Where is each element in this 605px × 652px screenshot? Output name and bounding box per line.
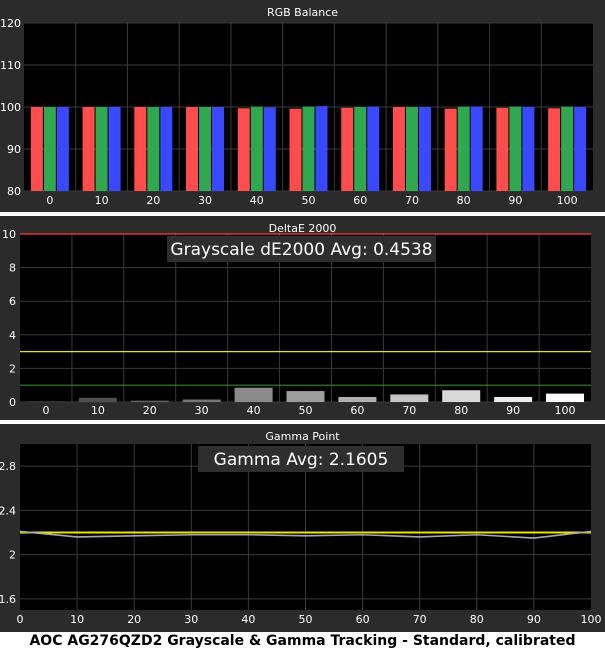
- x-tick-label: 70: [402, 404, 416, 417]
- x-tick-label: 90: [508, 194, 522, 207]
- deltae-bar: [182, 399, 221, 402]
- x-tick-label: 0: [42, 404, 49, 417]
- bar-blue: [108, 107, 121, 191]
- bar-green: [561, 106, 574, 191]
- x-tick-label: 20: [127, 613, 141, 626]
- x-tick-label: 30: [198, 194, 212, 207]
- x-tick-label: 0: [46, 194, 53, 207]
- bar-red: [444, 108, 457, 191]
- deltae-bar: [390, 394, 429, 402]
- x-tick-label: 40: [247, 404, 261, 417]
- x-tick-label: 100: [557, 194, 578, 207]
- bar-green: [95, 107, 108, 191]
- x-tick-label: 40: [241, 613, 255, 626]
- y-tick-label: 6: [9, 295, 16, 308]
- deltae-bar: [546, 393, 585, 402]
- x-tick-label: 30: [184, 613, 198, 626]
- deltae-bar: [442, 390, 481, 402]
- x-tick-label: 100: [581, 613, 602, 626]
- bar-green: [43, 107, 56, 191]
- chart-title-1: RGB Balance: [267, 6, 338, 19]
- bar-blue: [522, 107, 535, 191]
- deltae-average-annotation: Grayscale dE2000 Avg: 0.4538: [170, 240, 432, 260]
- y-tick-label: 110: [0, 59, 21, 72]
- grayscale-gamma-chart-figure: RGB Balance80901001101200 10 20 30 40 50 60 70 8…: [0, 0, 605, 632]
- deltae-bar: [26, 401, 65, 403]
- y-tick-label: 2.8: [0, 460, 16, 473]
- y-tick-label: 0: [9, 396, 16, 409]
- x-tick-label: 80: [454, 404, 468, 417]
- bar-green: [250, 106, 263, 191]
- bar-red: [134, 107, 147, 191]
- x-tick-label: 30: [195, 404, 209, 417]
- deltae-bar: [494, 396, 533, 402]
- bar-green: [457, 106, 470, 191]
- x-tick-label: 40: [250, 194, 264, 207]
- bar-green: [354, 107, 367, 191]
- bar-blue: [263, 107, 276, 191]
- bar-red: [496, 107, 509, 191]
- bar-red: [548, 108, 561, 191]
- chart-title-2: DeltaE 2000: [269, 222, 337, 235]
- deltae-bar: [130, 400, 169, 402]
- x-tick-label: 50: [299, 404, 313, 417]
- x-tick-label: 50: [302, 194, 316, 207]
- x-tick-label: 10: [95, 194, 109, 207]
- deltae-bar: [338, 396, 377, 402]
- bar-blue: [315, 106, 328, 191]
- chart-title-3: Gamma Point: [265, 430, 340, 443]
- x-tick-label: 20: [146, 194, 160, 207]
- y-tick-label: 2.4: [0, 504, 16, 517]
- deltae-bar: [78, 397, 117, 402]
- deltae-bar: [234, 387, 273, 402]
- bar-blue: [212, 107, 225, 191]
- gamma-average-annotation: Gamma Avg: 2.1605: [214, 450, 389, 470]
- bar-red: [392, 107, 405, 191]
- bar-red: [186, 107, 199, 191]
- x-tick-label: 90: [527, 613, 541, 626]
- y-tick-label: 1.6: [0, 593, 16, 606]
- bar-red: [341, 107, 354, 191]
- x-tick-label: 70: [405, 194, 419, 207]
- bar-green: [509, 106, 522, 191]
- x-tick-label: 10: [91, 404, 105, 417]
- y-tick-label: 80: [7, 185, 21, 198]
- y-tick-label: 10: [2, 228, 16, 241]
- y-tick-label: 100: [0, 101, 21, 114]
- deltae-bar: [286, 391, 325, 402]
- y-tick-label: 90: [7, 143, 21, 156]
- x-tick-label: 100: [555, 404, 576, 417]
- figure-caption: AOC AG276QZD2 Grayscale & Gamma Tracking…: [29, 633, 576, 649]
- bar-red: [82, 107, 95, 191]
- bar-green: [405, 107, 418, 191]
- bar-green: [302, 106, 315, 191]
- bar-blue: [574, 107, 587, 191]
- x-tick-label: 70: [413, 613, 427, 626]
- x-tick-label: 90: [506, 404, 520, 417]
- y-tick-label: 4: [9, 329, 16, 342]
- y-tick-label: 2: [9, 362, 16, 375]
- x-tick-label: 60: [353, 194, 367, 207]
- x-tick-label: 50: [299, 613, 313, 626]
- x-tick-label: 80: [457, 194, 471, 207]
- x-tick-label: 10: [70, 613, 84, 626]
- bar-green: [199, 107, 212, 191]
- bar-green: [147, 107, 160, 191]
- bar-blue: [160, 107, 173, 191]
- bar-red: [30, 107, 43, 191]
- bar-blue: [367, 106, 380, 191]
- y-tick-label: 2: [9, 549, 16, 562]
- bar-red: [289, 108, 302, 191]
- x-tick-label: 0: [17, 613, 24, 626]
- x-tick-label: 60: [356, 613, 370, 626]
- x-tick-label: 20: [143, 404, 157, 417]
- bar-blue: [418, 107, 431, 191]
- x-tick-label: 80: [470, 613, 484, 626]
- y-tick-label: 8: [9, 262, 16, 275]
- bar-red: [237, 108, 250, 191]
- bar-blue: [470, 106, 483, 191]
- x-tick-label: 60: [350, 404, 364, 417]
- bar-blue: [56, 107, 69, 191]
- y-tick-label: 120: [0, 17, 21, 30]
